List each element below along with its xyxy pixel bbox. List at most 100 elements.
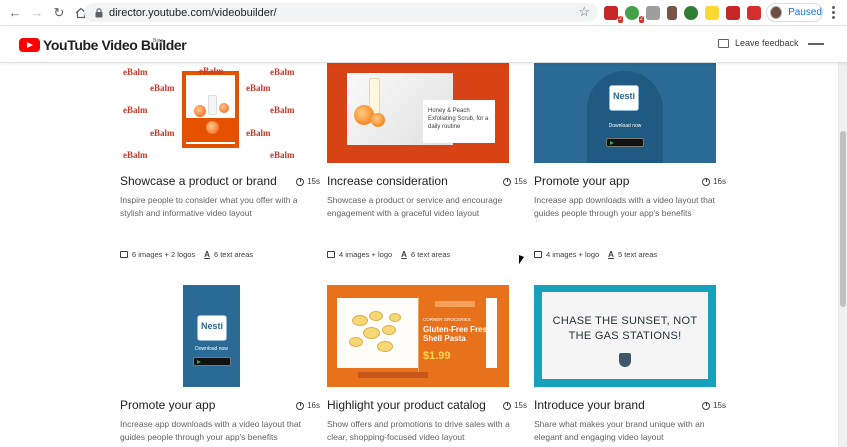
nesti-logo: Nesti [609,85,639,111]
card-description: Share what makes your brand unique with … [534,419,705,442]
image-icon [327,251,335,258]
pasta-shell [377,341,393,352]
template-thumbnail[interactable]: Nesti Download now [183,285,240,387]
mouse-cursor-icon [519,255,524,266]
brand-badge-icon [619,353,631,367]
pattern-word: eBalm [123,105,148,115]
product-price: $1.99 [423,350,451,362]
tampermonkey-icon[interactable] [667,6,677,20]
card-title[interactable]: Showcase a product or brand [120,174,277,188]
pattern-word: eBalm [246,128,271,138]
card-meta: 4 images + logo A5 text areas [534,250,657,259]
pasta-shell [363,327,380,339]
pattern-word: eBalm [270,105,295,115]
card-description: Show offers and promotions to drive sale… [327,419,510,442]
forward-icon[interactable]: → [28,4,46,22]
duration: 16s [702,177,726,186]
headline-panel: CHASE THE SUNSET, NOT THE GAS STATIONS! [542,292,708,379]
pattern-word: eBalm [150,83,175,93]
card-title[interactable]: Promote your app [534,174,629,188]
nesti-logo: Nesti [197,315,227,341]
avatar [770,6,783,19]
template-thumbnail[interactable]: Nesti Download now [534,63,716,163]
thumb-headline: CHASE THE SUNSET, NOT THE GAS STATIONS! [552,315,698,342]
url-text: director.youtube.com/videobuilder/ [109,6,277,19]
clock-icon [503,401,512,410]
grammarly-icon[interactable] [684,6,698,20]
product-bottle [208,95,217,115]
product-frame: eBalm [182,66,239,148]
card-title[interactable]: Promote your app [120,398,215,412]
youtube-logo-icon[interactable] [19,38,40,52]
adblock-icon[interactable] [726,6,740,20]
clock-icon [702,401,711,410]
download-now-text: Download now [608,123,642,129]
card-meta: 4 images + logo A6 text areas [327,250,450,259]
card-meta: 6 images + 2 logos A6 text areas [120,250,253,259]
screenshot-icon[interactable] [747,6,761,20]
text-icon: A [401,250,407,259]
reload-icon[interactable]: ↻ [50,4,68,22]
profile-status: Paused [788,7,822,18]
shadow-strip [358,372,428,378]
scrollbar-thumb[interactable] [840,131,846,307]
keepa-icon[interactable] [646,6,660,20]
pasta-shell [389,313,401,322]
google-play-badge-icon [193,357,231,366]
template-thumbnail[interactable]: eBalm eBalm eBalm eBalm eBalm eBalm eBal… [120,63,302,163]
store-tag [435,301,475,307]
clock-icon [702,177,711,186]
card-title[interactable]: Highlight your product catalog [327,398,486,412]
template-thumbnail[interactable]: Honey & Peach Exfoliating Scrub, for a d… [327,63,509,163]
template-thumbnail[interactable]: CORNER GROCERIES Gluten-Free Fresh Shell… [327,285,509,387]
pasta-shell [369,311,383,321]
pattern-word: eBalm [123,67,148,77]
duration: 15s [503,401,527,410]
bookmark-star-icon[interactable]: ☆ [578,4,590,20]
pattern-word: eBalm [270,150,295,160]
leave-feedback-button[interactable]: Leave feedback [718,38,799,48]
duration: 15s [296,177,320,186]
feedback-label: Leave feedback [735,38,799,48]
card-title[interactable]: Introduce your brand [534,398,645,412]
card-description: Increase app downloads with a video layo… [120,419,301,442]
pattern-word: eBalm [123,150,148,160]
duration: 15s [503,177,527,186]
clock-icon [503,177,512,186]
page-scrollbar[interactable] [838,63,847,447]
template-thumbnail[interactable]: CHASE THE SUNSET, NOT THE GAS STATIONS! [534,285,716,387]
text-icon: A [608,250,614,259]
notes-icon[interactable] [705,6,719,20]
text-icon: A [204,250,210,259]
profile-button[interactable]: Paused [766,3,823,22]
mcafee-icon[interactable]: 2 [604,6,623,23]
duration: 15s [702,401,726,410]
google-play-badge-icon [606,138,644,147]
peach-image [371,113,385,127]
peach-image [219,103,229,113]
pattern-word: eBalm [270,67,295,77]
menu-handle-icon[interactable] [808,43,824,45]
pattern-word: eBalm [150,128,175,138]
browser-menu-icon[interactable] [832,6,836,21]
address-bar[interactable]: director.youtube.com/videobuilder/ ☆ [84,3,598,22]
template-gallery: eBalm eBalm eBalm eBalm eBalm eBalm eBal… [0,63,838,447]
frame-logo: eBalm [199,66,224,76]
feedback-icon [718,38,729,48]
brand-title[interactable]: YouTube Video Builder [43,37,187,53]
clock-icon [296,401,305,410]
download-now-text: Download now [195,346,228,352]
product-name: Gluten-Free Fresh Shell Pasta [423,325,492,343]
pasta-shell [349,337,363,347]
pattern-word: eBalm [246,83,271,93]
card-description: Increase app downloads with a video layo… [534,195,715,218]
lock-icon [91,7,107,18]
card-title[interactable]: Increase consideration [327,174,448,188]
peach-image [194,105,206,117]
honey-icon[interactable]: 2 [625,6,644,23]
duration: 16s [296,401,320,410]
thumb-textbox: Honey & Peach Exfoliating Scrub, for a d… [423,100,495,143]
back-icon[interactable]: ← [6,4,24,22]
thumb-text: Honey & Peach Exfoliating Scrub, for a d… [428,108,489,130]
pasta-shell [352,315,368,326]
